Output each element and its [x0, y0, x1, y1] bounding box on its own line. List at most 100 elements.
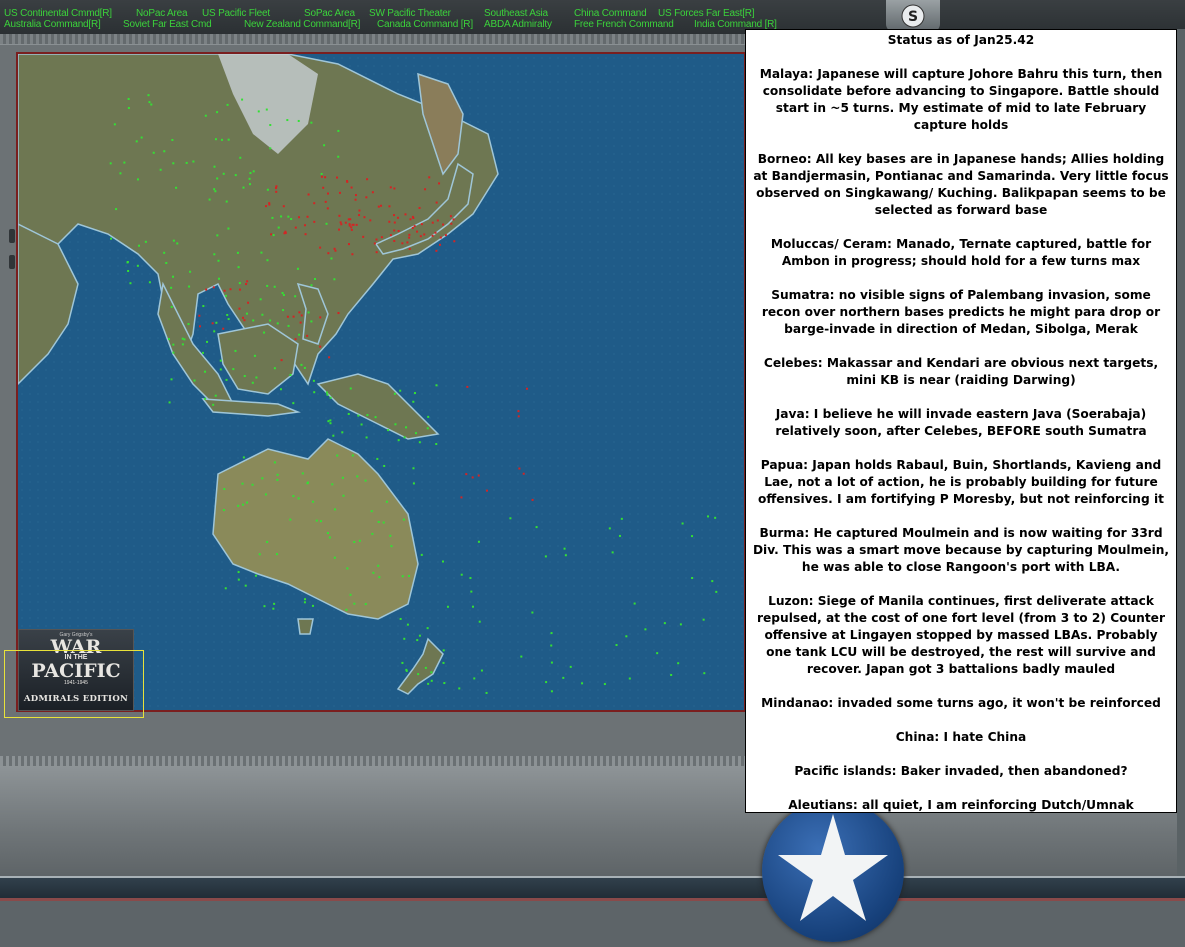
- base-dot[interactable]: [396, 216, 399, 219]
- base-dot[interactable]: [347, 218, 350, 221]
- base-dot[interactable]: [486, 489, 489, 492]
- base-dot[interactable]: [326, 532, 329, 535]
- base-dot[interactable]: [364, 479, 367, 482]
- base-dot[interactable]: [252, 319, 255, 322]
- base-dot[interactable]: [644, 628, 647, 631]
- base-dot[interactable]: [408, 247, 411, 250]
- base-dot[interactable]: [266, 284, 269, 287]
- base-dot[interactable]: [435, 249, 438, 252]
- base-dot[interactable]: [294, 295, 297, 298]
- base-dot[interactable]: [129, 282, 132, 285]
- base-dot[interactable]: [269, 147, 272, 150]
- base-dot[interactable]: [345, 608, 348, 611]
- base-dot[interactable]: [243, 319, 246, 322]
- us-star-roundel-icon[interactable]: [762, 800, 904, 942]
- base-dot[interactable]: [412, 467, 415, 470]
- base-dot[interactable]: [172, 275, 175, 278]
- base-dot[interactable]: [284, 230, 287, 233]
- base-dot[interactable]: [251, 483, 254, 486]
- base-dot[interactable]: [275, 553, 278, 556]
- faction-icon[interactable]: S: [886, 0, 940, 32]
- base-dot[interactable]: [171, 138, 174, 141]
- base-dot[interactable]: [265, 205, 268, 208]
- base-dot[interactable]: [420, 223, 423, 226]
- base-dot[interactable]: [333, 247, 336, 250]
- base-dot[interactable]: [273, 461, 276, 464]
- base-dot[interactable]: [172, 239, 175, 242]
- base-dot[interactable]: [234, 174, 237, 177]
- base-dot[interactable]: [458, 687, 461, 690]
- base-dot[interactable]: [351, 223, 354, 226]
- base-dot[interactable]: [564, 554, 567, 557]
- base-dot[interactable]: [339, 221, 342, 224]
- base-dot[interactable]: [312, 379, 315, 382]
- base-dot[interactable]: [238, 307, 241, 310]
- base-dot[interactable]: [608, 527, 611, 530]
- base-dot[interactable]: [327, 252, 330, 255]
- base-dot[interactable]: [220, 138, 223, 141]
- base-dot[interactable]: [351, 454, 354, 457]
- base-dot[interactable]: [237, 571, 240, 574]
- base-dot[interactable]: [193, 379, 196, 382]
- base-dot[interactable]: [320, 172, 323, 175]
- base-dot[interactable]: [239, 288, 242, 291]
- base-dot[interactable]: [320, 175, 323, 178]
- base-dot[interactable]: [390, 545, 393, 548]
- base-dot[interactable]: [286, 315, 289, 318]
- base-dot[interactable]: [550, 661, 553, 664]
- base-dot[interactable]: [296, 267, 299, 270]
- base-dot[interactable]: [563, 547, 566, 550]
- base-dot[interactable]: [198, 325, 201, 328]
- base-dot[interactable]: [324, 200, 327, 203]
- base-dot[interactable]: [550, 644, 553, 647]
- base-dot[interactable]: [298, 216, 301, 219]
- base-dot[interactable]: [377, 520, 380, 523]
- base-dot[interactable]: [480, 669, 483, 672]
- base-dot[interactable]: [176, 242, 179, 245]
- base-dot[interactable]: [315, 519, 318, 522]
- base-dot[interactable]: [388, 205, 391, 208]
- base-dot[interactable]: [442, 560, 445, 563]
- base-dot[interactable]: [369, 219, 372, 222]
- base-dot[interactable]: [298, 333, 301, 336]
- base-dot[interactable]: [517, 415, 520, 418]
- base-dot[interactable]: [310, 284, 313, 287]
- base-dot[interactable]: [408, 236, 411, 239]
- base-dot[interactable]: [159, 168, 162, 171]
- base-dot[interactable]: [326, 207, 329, 210]
- base-dot[interactable]: [439, 236, 442, 239]
- base-dot[interactable]: [356, 475, 359, 478]
- base-dot[interactable]: [198, 314, 201, 317]
- base-dot[interactable]: [313, 220, 316, 223]
- command-free-french[interactable]: Free French Command: [574, 19, 674, 31]
- base-dot[interactable]: [419, 235, 422, 238]
- base-dot[interactable]: [279, 388, 282, 391]
- base-dot[interactable]: [449, 215, 452, 218]
- base-dot[interactable]: [365, 436, 368, 439]
- base-dot[interactable]: [347, 243, 350, 246]
- base-dot[interactable]: [338, 214, 341, 217]
- base-dot[interactable]: [393, 187, 396, 190]
- base-dot[interactable]: [336, 454, 339, 457]
- base-dot[interactable]: [188, 285, 191, 288]
- base-dot[interactable]: [255, 376, 258, 379]
- base-dot[interactable]: [286, 119, 289, 122]
- base-dot[interactable]: [216, 177, 219, 180]
- base-dot[interactable]: [363, 216, 366, 219]
- base-dot[interactable]: [358, 209, 361, 212]
- base-dot[interactable]: [518, 467, 521, 470]
- scroll-handle-upper[interactable]: [9, 229, 15, 243]
- base-dot[interactable]: [424, 666, 427, 669]
- base-dot[interactable]: [450, 222, 453, 225]
- base-dot[interactable]: [355, 223, 358, 226]
- base-dot[interactable]: [266, 259, 269, 262]
- base-dot[interactable]: [331, 483, 334, 486]
- base-dot[interactable]: [353, 602, 356, 605]
- base-dot[interactable]: [212, 286, 215, 289]
- base-dot[interactable]: [394, 423, 397, 426]
- base-dot[interactable]: [337, 155, 340, 158]
- base-dot[interactable]: [430, 671, 433, 674]
- base-dot[interactable]: [238, 282, 241, 285]
- base-dot[interactable]: [412, 400, 415, 403]
- base-dot[interactable]: [714, 516, 717, 519]
